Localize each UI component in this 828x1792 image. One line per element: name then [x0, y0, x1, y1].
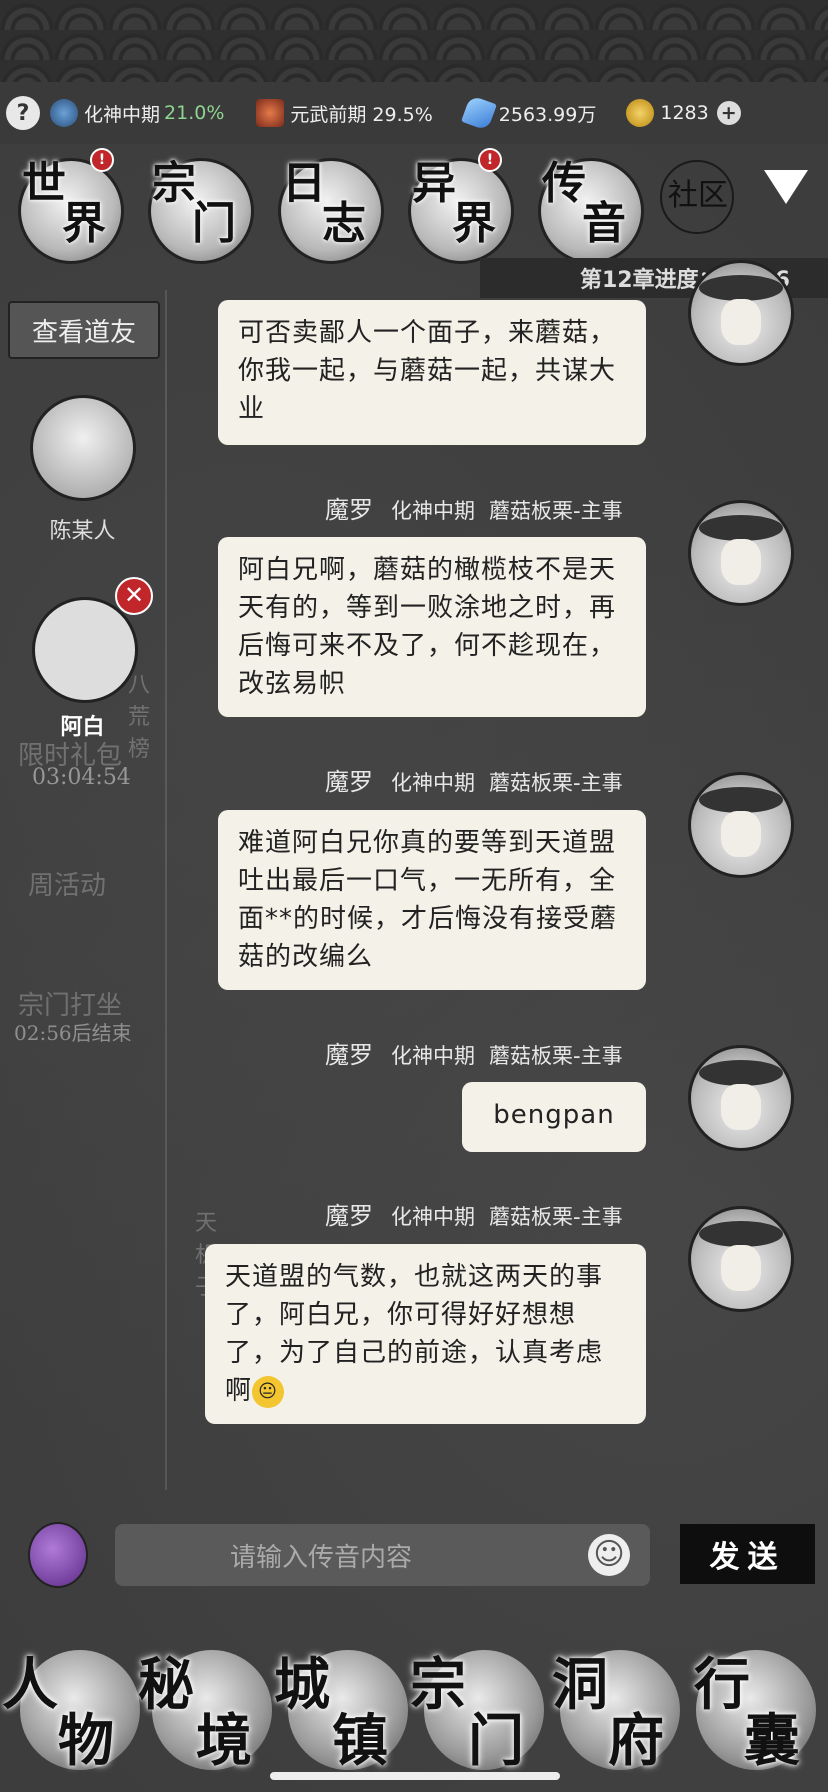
coin-value: 1283 — [660, 102, 709, 124]
stone-stat: 2563.99万 — [460, 95, 597, 131]
realm-stat: 化神中期 21.0% — [50, 99, 224, 127]
message-bubble: 难道阿白兄你真的要等到天道盟吐出最后一口气，一无所有，全面**的时候，才后悔没有… — [218, 810, 646, 990]
nav-sect-label: 宗门 — [152, 158, 236, 249]
nav-town-label: 城 — [274, 1652, 330, 1718]
sender-name: 魔罗 — [325, 496, 373, 524]
nav-community-label: 社区 — [668, 178, 728, 213]
nav-world-label: 世界 — [22, 158, 106, 249]
home-indicator — [270, 1772, 560, 1780]
friend-avatar-abai[interactable] — [32, 597, 138, 703]
stone-value: 2563.99万 — [498, 103, 597, 126]
realm-name: 化神中期 — [84, 103, 161, 126]
help-icon[interactable]: ? — [6, 96, 40, 130]
friend-avatar-chen[interactable] — [30, 395, 136, 501]
message-bubble: 天道盟的气数，也就这两天的事了，阿白兄，你可得好好想想了，为了自己的前途，认真考… — [205, 1244, 646, 1424]
faint-weekly-activity: 周活动 — [28, 871, 107, 901]
spirit-stone-icon — [460, 95, 497, 131]
nav-character-label: 人 — [2, 1652, 58, 1718]
sender-avatar[interactable] — [688, 1206, 794, 1312]
input-row: 请输入传音内容 ☺ 发送 — [0, 1520, 828, 1590]
sender-avatar[interactable] — [688, 1045, 794, 1151]
sect-meditation-timer: 02:56后结束 — [14, 1021, 132, 1045]
message-header: 魔罗 化神中期 蘑菇板栗-主事 — [325, 1202, 623, 1230]
message-input[interactable]: 请输入传音内容 ☺ — [115, 1524, 650, 1586]
message-header: 魔罗 化神中期 蘑菇板栗-主事 — [325, 768, 623, 796]
message-bubble: 可否卖鄙人一个面子，来蘑菇，你我一起，与蘑菇一起，共谋大业 — [218, 300, 646, 445]
sender-avatar[interactable] — [688, 772, 794, 878]
view-friends-button[interactable]: 查看道友 — [8, 301, 160, 359]
remove-friend-icon[interactable]: ✕ — [115, 577, 153, 615]
limited-gift-timer: 03:04:54 — [32, 765, 131, 790]
emoji-picker-icon[interactable]: ☺ — [588, 1534, 630, 1576]
top-pattern — [0, 0, 828, 82]
input-placeholder: 请输入传音内容 — [230, 1542, 413, 1573]
nav-sect-bottom-label: 宗 — [410, 1652, 466, 1718]
nav-secret-label: 秘 — [138, 1652, 194, 1718]
otherworld-alert-icon: ! — [478, 148, 502, 172]
neutral-face-emoji-icon: 😐 — [252, 1375, 285, 1408]
friend-sidebar: 查看道友 陈某人 ✕ 阿白 限时礼包 03:04:54 周活动 宗门打坐 02:… — [0, 295, 217, 1515]
coin-icon — [626, 99, 655, 127]
sender-rank: 化神中期 — [391, 499, 475, 523]
sender-avatar[interactable] — [688, 500, 794, 606]
martial-stat: 元武前期 29.5% — [256, 99, 433, 127]
realm-percent: 21.0% — [164, 102, 225, 124]
nav-bag-label: 行 — [694, 1652, 750, 1718]
send-button[interactable]: 发送 — [680, 1524, 815, 1584]
message-bubble: bengpan — [462, 1082, 646, 1152]
dropdown-triangle-icon[interactable] — [764, 170, 808, 204]
nav-cave-label: 洞 — [552, 1652, 608, 1718]
nav-log-label: 日志 — [282, 158, 366, 249]
taiji-icon — [50, 99, 78, 127]
message-header: 魔罗 化神中期 蘑菇板栗-主事 — [325, 490, 623, 525]
martial-value: 元武前期 29.5% — [290, 103, 433, 126]
nav-otherworld-label: 异界 — [412, 158, 496, 249]
gourd-icon[interactable] — [28, 1522, 88, 1588]
bottom-nav: 人 物 秘 境 城 镇 宗 门 洞 府 行 囊 — [0, 1630, 828, 1792]
message-header: 魔罗 化神中期 蘑菇板栗-主事 — [325, 1041, 623, 1069]
sender-avatar[interactable] — [688, 260, 794, 366]
coin-stat: 1283 + — [626, 99, 741, 127]
nav-message-label: 传音 — [542, 158, 626, 249]
world-alert-icon: ! — [90, 148, 114, 172]
add-coin-button[interactable]: + — [716, 101, 741, 125]
sender-title: 蘑菇板栗-主事 — [489, 499, 623, 523]
faint-rank: 八荒榜 — [128, 673, 151, 762]
sidebar-divider — [165, 290, 167, 1490]
martial-icon — [256, 99, 285, 127]
status-bar: ? 化神中期 21.0% 元武前期 29.5% 2563.99万 1283 + — [0, 82, 828, 144]
friend-name-chen: 陈某人 — [49, 519, 116, 544]
message-bubble: 阿白兄啊，蘑菇的橄榄枝不是天天有的，等到一败涂地之时，再后悔可来不及了，何不趁现… — [218, 537, 646, 717]
